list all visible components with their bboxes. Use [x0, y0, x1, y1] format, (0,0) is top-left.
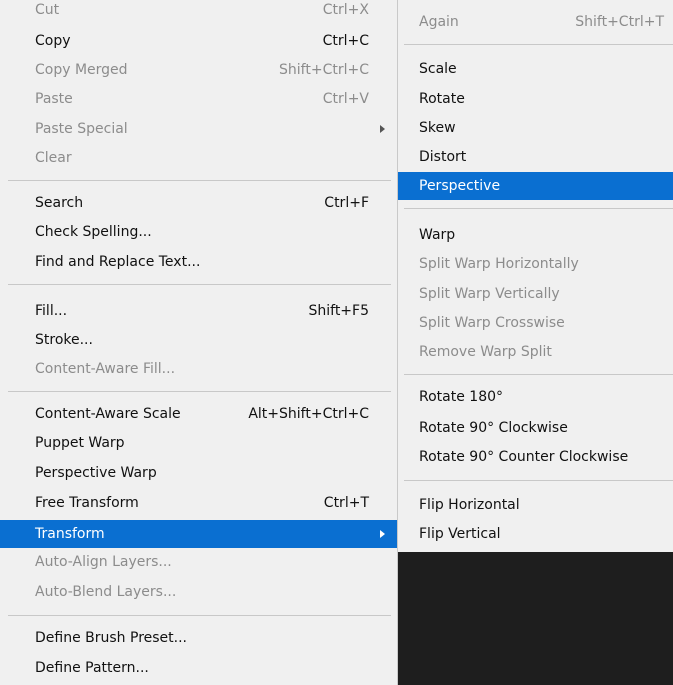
menu-separator: [8, 180, 391, 181]
menu-item-define-brush-preset[interactable]: Define Brush Preset...: [0, 624, 397, 652]
menu-separator: [8, 391, 391, 392]
menu-item-content-aware-scale[interactable]: Content-Aware Scale Alt+Shift+Ctrl+C: [0, 400, 397, 428]
menu-item-cut: Cut Ctrl+X: [35, 2, 369, 18]
menu-separator: [404, 208, 673, 209]
submenu-item-remove-warp-split: Remove Warp Split: [419, 344, 552, 360]
menu-separator: [8, 284, 391, 285]
submenu-item-split-warp-horizontally: Split Warp Horizontally: [419, 256, 579, 272]
submenu-item-skew[interactable]: Skew: [398, 114, 673, 142]
menu-item-transform[interactable]: Transform: [0, 520, 397, 548]
submenu-item-scale[interactable]: Scale: [398, 55, 673, 83]
menu-item-free-transform[interactable]: Free Transform Ctrl+T: [0, 489, 397, 517]
transform-submenu: Again Shift+Ctrl+T Scale Rotate Skew Dist…: [397, 0, 673, 552]
menu-item-paste: Paste Ctrl+V: [35, 91, 369, 107]
submenu-item-rotate-90-cw[interactable]: Rotate 90° Clockwise: [398, 414, 673, 442]
menu-item-auto-blend-layers: Auto-Blend Layers...: [35, 584, 177, 600]
submenu-item-rotate-90-ccw[interactable]: Rotate 90° Counter Clockwise: [398, 443, 673, 471]
menu-separator: [8, 615, 391, 616]
menu-item-define-pattern[interactable]: Define Pattern...: [0, 654, 397, 682]
menu-item-content-aware-fill: Content-Aware Fill...: [35, 361, 176, 377]
menu-separator: [404, 44, 673, 45]
submenu-item-split-warp-crosswise: Split Warp Crosswise: [419, 315, 565, 331]
submenu-item-flip-vertical[interactable]: Flip Vertical: [398, 520, 673, 548]
menu-item-auto-align-layers: Auto-Align Layers...: [35, 554, 172, 570]
submenu-arrow-icon: [380, 530, 385, 538]
submenu-item-distort[interactable]: Distort: [398, 143, 673, 171]
submenu-item-warp[interactable]: Warp: [398, 221, 673, 249]
submenu-item-rotate-180[interactable]: Rotate 180°: [398, 383, 673, 411]
menu-item-fill[interactable]: Fill... Shift+F5: [0, 297, 397, 325]
submenu-item-split-warp-vertically: Split Warp Vertically: [419, 286, 560, 302]
menu-item-check-spelling[interactable]: Check Spelling...: [0, 218, 397, 246]
menu-item-copy[interactable]: Copy Ctrl+C: [0, 27, 397, 55]
submenu-item-again: Again Shift+Ctrl+T: [419, 14, 664, 30]
submenu-item-rotate[interactable]: Rotate: [398, 85, 673, 113]
menu-item-copy-merged: Copy Merged Shift+Ctrl+C: [35, 62, 369, 78]
menu-separator: [404, 374, 673, 375]
edit-menu: Cut Ctrl+X Copy Ctrl+C Copy Merged Shift+Ct…: [0, 0, 398, 685]
submenu-item-flip-horizontal[interactable]: Flip Horizontal: [398, 491, 673, 519]
menu-item-paste-special: Paste Special: [0, 115, 397, 143]
submenu-item-perspective[interactable]: Perspective: [398, 172, 673, 200]
menu-separator: [404, 480, 673, 481]
menu-item-search[interactable]: Search Ctrl+F: [0, 189, 397, 217]
menu-item-find-replace[interactable]: Find and Replace Text...: [0, 248, 397, 276]
menu-item-clear: Clear: [35, 150, 72, 166]
menu-item-puppet-warp[interactable]: Puppet Warp: [0, 429, 397, 457]
menu-item-stroke[interactable]: Stroke...: [0, 326, 397, 354]
menu-item-perspective-warp[interactable]: Perspective Warp: [0, 459, 397, 487]
submenu-arrow-icon: [380, 125, 385, 133]
